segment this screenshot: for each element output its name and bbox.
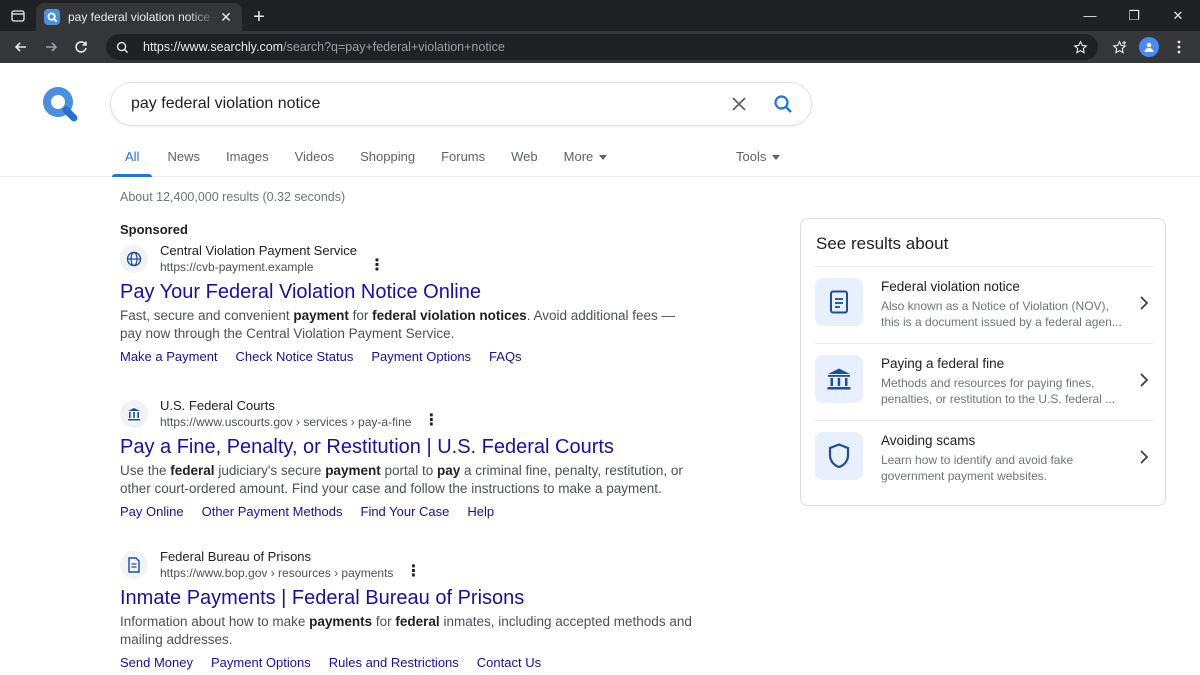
result-snippet: Information about how to make payments f… bbox=[120, 614, 692, 647]
minimize-icon[interactable]: — bbox=[1068, 0, 1112, 31]
bookmark-star-icon[interactable] bbox=[1073, 39, 1088, 55]
panel-item-federal-violation-notice[interactable]: Federal violation notice Also known as a… bbox=[815, 266, 1153, 343]
tab-title: pay federal violation notice - Searchly bbox=[68, 10, 218, 24]
sitelink[interactable]: Check Notice Status bbox=[236, 349, 354, 364]
more-options-icon[interactable]: ⋮ bbox=[369, 255, 385, 275]
tab-news[interactable]: News bbox=[154, 143, 213, 177]
forward-arrow-icon[interactable] bbox=[36, 32, 66, 62]
more-options-icon[interactable]: ⋮ bbox=[423, 410, 439, 430]
result-snippet: Fast, secure and convenient payment for … bbox=[120, 308, 676, 341]
tab-images[interactable]: Images bbox=[213, 143, 282, 177]
searchly-favicon bbox=[44, 9, 60, 25]
reload-icon[interactable] bbox=[66, 32, 96, 62]
address-bar[interactable]: https://www.searchly.com/search?q=pay+fe… bbox=[106, 34, 1098, 60]
tab-forums[interactable]: Forums bbox=[428, 143, 498, 177]
sitelink[interactable]: Pay Online bbox=[120, 504, 184, 519]
browser-menu-icon[interactable] bbox=[1164, 32, 1194, 62]
sitelinks: Send Money Payment Options Rules and Res… bbox=[120, 655, 700, 670]
globe-icon bbox=[120, 245, 148, 273]
shield-icon bbox=[815, 432, 863, 480]
sitelink[interactable]: Send Money bbox=[120, 655, 193, 670]
sitelink[interactable]: Other Payment Methods bbox=[202, 504, 343, 519]
search-icon bbox=[116, 41, 129, 53]
result-url: https://cvb-payment.example bbox=[160, 260, 314, 274]
result-source-name: U.S. Federal Courts bbox=[160, 398, 275, 413]
address-url: https://www.searchly.com/search?q=pay+fe… bbox=[143, 40, 505, 54]
restore-icon[interactable]: ❐ bbox=[1112, 0, 1156, 31]
tab-web[interactable]: Web bbox=[498, 143, 551, 177]
bank-icon bbox=[815, 355, 863, 403]
searchly-logo-icon[interactable] bbox=[42, 86, 78, 122]
browser-tab[interactable]: pay federal violation notice - Searchly … bbox=[36, 3, 242, 31]
close-tab-icon[interactable]: ✕ bbox=[218, 9, 234, 26]
panel-item-desc: Also known as a Notice of Violation (NOV… bbox=[881, 299, 1122, 329]
sponsored-label: Sponsored bbox=[120, 222, 188, 237]
sitelink[interactable]: Make a Payment bbox=[120, 349, 218, 364]
browser-tabstrip: pay federal violation notice - Searchly … bbox=[0, 0, 1200, 31]
search-submit-icon[interactable] bbox=[761, 82, 805, 126]
sitelink[interactable]: Rules and Restrictions bbox=[329, 655, 459, 670]
sitelink[interactable]: Help bbox=[467, 504, 494, 519]
courthouse-icon bbox=[120, 400, 148, 428]
sitelink[interactable]: Payment Options bbox=[371, 349, 471, 364]
result-title-link[interactable]: Pay a Fine, Penalty, or Restitution | U.… bbox=[120, 434, 700, 460]
panel-item-heading: Federal violation notice bbox=[881, 279, 1020, 294]
sitelink[interactable]: Payment Options bbox=[211, 655, 311, 670]
back-arrow-icon[interactable] bbox=[6, 32, 36, 62]
sitelinks: Make a Payment Check Notice Status Payme… bbox=[120, 349, 700, 364]
document-icon bbox=[120, 551, 148, 579]
search-result: U.S. Federal Courts https://www.uscourts… bbox=[120, 396, 700, 519]
search-box[interactable]: pay federal violation notice bbox=[110, 82, 812, 126]
chevron-right-icon bbox=[1140, 450, 1149, 464]
chevron-down-icon bbox=[772, 155, 781, 161]
extensions-icon[interactable] bbox=[1104, 32, 1134, 62]
sitelinks: Pay Online Other Payment Methods Find Yo… bbox=[120, 504, 700, 519]
close-window-icon[interactable]: ✕ bbox=[1156, 0, 1200, 31]
document-icon bbox=[815, 278, 863, 326]
panel-item-avoiding-scams[interactable]: Avoiding scams Learn how to identify and… bbox=[815, 420, 1153, 497]
chevron-right-icon bbox=[1140, 373, 1149, 387]
chevron-right-icon bbox=[1140, 296, 1149, 310]
panel-item-desc: Learn how to identify and avoid fake gov… bbox=[881, 453, 1074, 483]
result-title-link[interactable]: Pay Your Federal Violation Notice Online bbox=[120, 279, 700, 305]
tab-more[interactable]: More bbox=[551, 143, 621, 177]
panel-item-paying-federal-fine[interactable]: Paying a federal fine Methods and resour… bbox=[815, 343, 1153, 420]
clear-search-icon[interactable] bbox=[717, 82, 761, 126]
tab-shopping[interactable]: Shopping bbox=[347, 143, 428, 177]
profile-avatar[interactable] bbox=[1134, 32, 1164, 62]
result-title-link[interactable]: Inmate Payments | Federal Bureau of Pris… bbox=[120, 585, 700, 611]
panel-title: See results about bbox=[816, 234, 949, 253]
result-source-name: Federal Bureau of Prisons bbox=[160, 549, 312, 564]
search-result: Central Violation Payment Service https:… bbox=[120, 241, 700, 364]
panel-item-heading: Paying a federal fine bbox=[881, 356, 1005, 371]
search-tabs: All News Images Videos Shopping Forums W… bbox=[112, 143, 620, 177]
browser-toolbar: https://www.searchly.com/search?q=pay+fe… bbox=[0, 31, 1200, 63]
result-stats: About 12,400,000 results (0.32 seconds) bbox=[120, 190, 346, 204]
search-header: pay federal violation notice All News Im… bbox=[0, 63, 1200, 177]
new-tab-button[interactable]: + bbox=[242, 3, 276, 31]
sitelink[interactable]: Contact Us bbox=[477, 655, 541, 670]
more-options-icon[interactable]: ⋮ bbox=[405, 561, 421, 581]
search-input[interactable]: pay federal violation notice bbox=[131, 95, 717, 113]
result-source-name: Central Violation Payment Service bbox=[160, 243, 358, 258]
tab-all[interactable]: All bbox=[112, 143, 153, 177]
see-results-about-panel: See results about Federal violation noti… bbox=[800, 218, 1166, 506]
sitelink[interactable]: Find Your Case bbox=[361, 504, 450, 519]
chevron-down-icon bbox=[599, 155, 608, 160]
tab-search-icon[interactable] bbox=[0, 0, 36, 31]
result-url: https://www.uscourts.gov › services › pa… bbox=[160, 415, 412, 429]
tab-videos[interactable]: Videos bbox=[282, 143, 348, 177]
panel-item-heading: Avoiding scams bbox=[881, 433, 976, 448]
search-result: Federal Bureau of Prisons https://www.bo… bbox=[120, 547, 700, 670]
tools-button[interactable]: Tools bbox=[736, 149, 781, 164]
panel-item-desc: Methods and resources for paying fines, … bbox=[881, 376, 1116, 406]
result-url: https://www.bop.gov › resources › paymen… bbox=[160, 566, 394, 580]
sitelink[interactable]: FAQs bbox=[489, 349, 522, 364]
result-snippet: Use the federal judiciary's secure payme… bbox=[120, 463, 683, 496]
